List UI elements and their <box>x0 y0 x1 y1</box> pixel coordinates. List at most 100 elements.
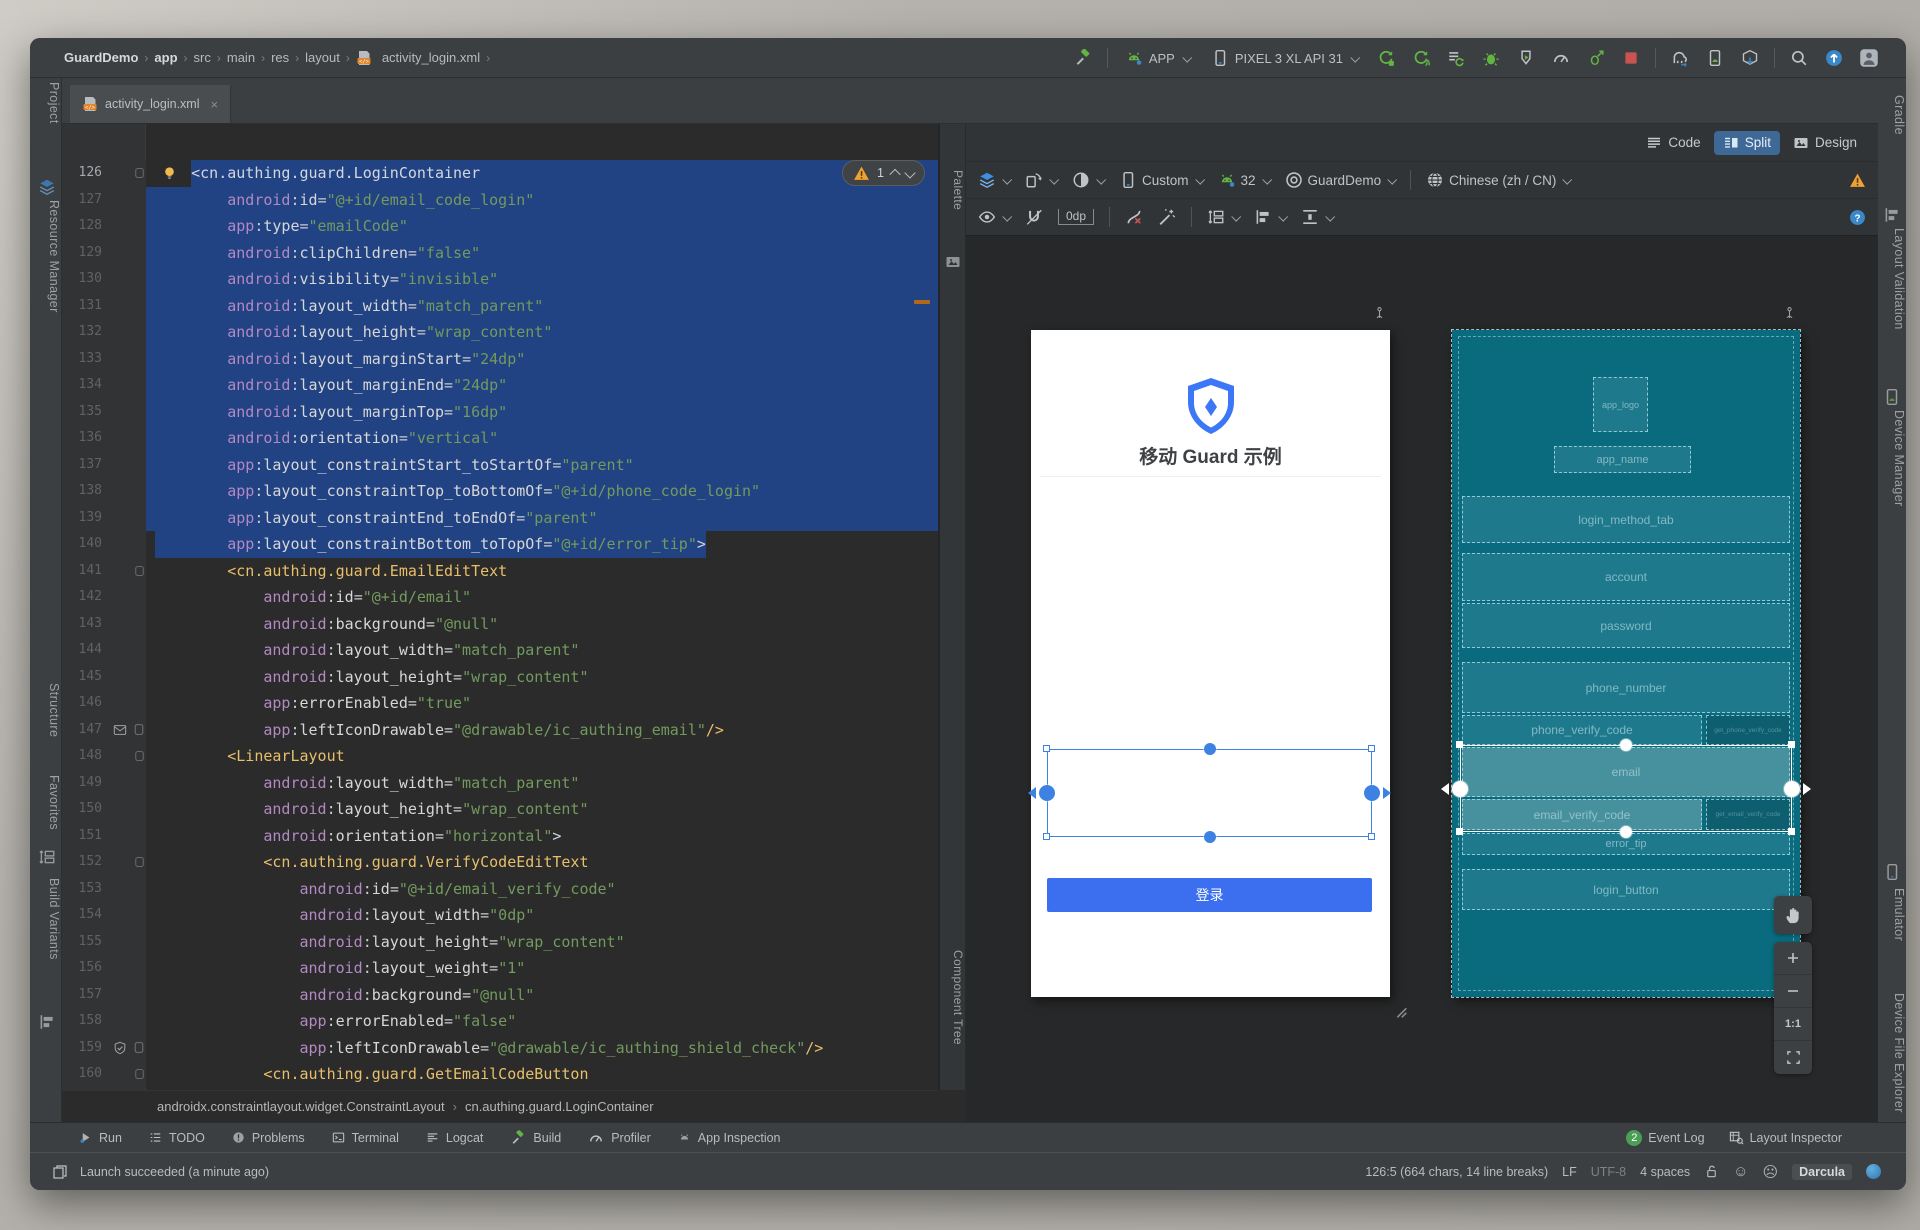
code-line-134[interactable]: 134 android:layout_marginEnd="24dp" <box>62 372 938 399</box>
blueprint-box-app_logo[interactable]: app_logo <box>1593 377 1648 432</box>
tool-window-icon[interactable] <box>38 848 56 866</box>
zoom-to-fit-button[interactable] <box>1774 1041 1812 1074</box>
indent-style[interactable]: 4 spaces <box>1640 1165 1690 1179</box>
layout-warning-icon[interactable] <box>1849 172 1866 189</box>
help-icon[interactable]: ? <box>1849 209 1866 226</box>
palette-tab[interactable]: Palette <box>940 170 965 210</box>
sidebar-item-favorites[interactable]: Favorites <box>30 775 61 830</box>
code-line-146[interactable]: 146 app:errorEnabled="true" <box>62 690 938 717</box>
resize-handle-corner[interactable] <box>1368 833 1375 840</box>
resize-handle-corner[interactable] <box>1368 745 1375 752</box>
tool-window-button-todo[interactable]: TODO <box>148 1129 205 1147</box>
code-line-137[interactable]: 137 app:layout_constraintStart_toStartOf… <box>62 452 938 479</box>
tool-window-button-problems[interactable]: Problems <box>231 1129 305 1147</box>
constraint-anchor[interactable] <box>1620 739 1632 751</box>
device-dropdown[interactable]: PIXEL 3 XL API 31 <box>1207 47 1362 69</box>
tool-window-icon[interactable] <box>1883 388 1901 406</box>
blueprint-box-app_name[interactable]: app_name <box>1554 446 1691 473</box>
breadcrumb-item-layout[interactable]: layout <box>305 50 340 65</box>
constraint-anchor[interactable] <box>1784 781 1800 797</box>
sidebar-item-structure[interactable]: Structure <box>30 683 61 737</box>
constraint-anchor[interactable] <box>1364 785 1380 801</box>
sidebar-item-emulator[interactable]: Emulator <box>1875 888 1906 941</box>
selected-component-design[interactable] <box>1047 749 1372 837</box>
inspection-widget[interactable]: 1 <box>842 160 925 186</box>
fold-marker-icon[interactable] <box>132 1061 146 1088</box>
previous-problem-icon[interactable] <box>889 169 900 180</box>
tool-window-button-layout-inspector[interactable]: Layout Inspector <box>1729 1130 1842 1146</box>
pack-selector[interactable] <box>1207 208 1239 226</box>
user-avatar-icon[interactable] <box>1858 47 1880 69</box>
code-line-138[interactable]: 138 app:layout_constraintTop_toBottomOf=… <box>62 478 938 505</box>
constraint-anchor[interactable] <box>1452 781 1468 797</box>
breadcrumb-item-app[interactable]: app <box>154 50 177 65</box>
build-hammer-icon[interactable] <box>1072 47 1094 69</box>
sidebar-item-gradle[interactable]: Gradle <box>1875 95 1906 135</box>
constraint-anchor[interactable] <box>1620 826 1632 838</box>
breadcrumb-item-activity-login-xml[interactable]: activity_login.xml <box>382 50 480 65</box>
blueprint-box-login_method_tab[interactable]: login_method_tab <box>1462 496 1790 543</box>
tool-window-icon[interactable] <box>38 1013 56 1031</box>
theme-selector[interactable]: GuardDemo <box>1285 171 1396 189</box>
lock-icon[interactable] <box>1704 1164 1719 1179</box>
tab-activity-login-xml[interactable]: </> activity_login.xml × <box>70 85 231 123</box>
fold-marker-icon[interactable] <box>132 1035 146 1062</box>
constraint-anchor[interactable] <box>1204 743 1216 755</box>
resize-handle-corner[interactable] <box>1788 741 1795 748</box>
code-line-156[interactable]: 156 android:layout_weight="1" <box>62 955 938 982</box>
code-line-133[interactable]: 133 android:layout_marginStart="24dp" <box>62 346 938 373</box>
apply-code-changes-icon[interactable] <box>1445 47 1467 69</box>
code-line-153[interactable]: 153 android:id="@+id/email_verify_code" <box>62 876 938 903</box>
code-line-152[interactable]: 152 <cn.authing.guard.VerifyCodeEditText <box>62 849 938 876</box>
blueprint-box-phone_number[interactable]: phone_number <box>1462 662 1790 713</box>
resize-grip-icon[interactable] <box>1390 1001 1408 1024</box>
code-line-147[interactable]: 147 app:leftIconDrawable="@drawable/ic_a… <box>62 717 938 744</box>
device-selector[interactable]: Custom <box>1119 171 1203 189</box>
profile-low-overhead-icon[interactable] <box>1585 47 1607 69</box>
blueprint-box-phone_verify_code[interactable]: phone_verify_code <box>1462 715 1702 745</box>
debug-icon[interactable] <box>1480 47 1502 69</box>
ide-update-icon[interactable] <box>1823 47 1845 69</box>
tool-window-button-profiler[interactable]: Profiler <box>587 1129 651 1147</box>
run-icon[interactable] <box>1375 47 1397 69</box>
sidebar-item-project[interactable]: Project <box>30 82 61 124</box>
mode-split-button[interactable]: Split <box>1714 131 1780 155</box>
view-options-button[interactable] <box>978 208 1010 226</box>
tool-window-button-event-log[interactable]: 2Event Log <box>1626 1130 1704 1146</box>
guidelines-selector[interactable] <box>1301 208 1333 226</box>
attach-debugger-icon[interactable] <box>1515 47 1537 69</box>
code-line-139[interactable]: 139 app:layout_constraintEnd_toEndOf="pa… <box>62 505 938 532</box>
night-mode-selector[interactable] <box>1072 171 1104 189</box>
code-line-158[interactable]: 158 app:errorEnabled="false" <box>62 1008 938 1035</box>
code-line-149[interactable]: 149 android:layout_width="match_parent" <box>62 770 938 797</box>
code-line-144[interactable]: 144 android:layout_width="match_parent" <box>62 637 938 664</box>
resize-handle-corner[interactable] <box>1456 828 1463 835</box>
code-line-128[interactable]: 128 app:type="emailCode" <box>62 213 938 240</box>
blueprint-box-get_phone_verify_code[interactable]: get_phone_verify_code <box>1706 715 1790 745</box>
infer-constraints-button[interactable] <box>1158 208 1176 226</box>
mode-design-button[interactable]: Design <box>1784 131 1866 155</box>
code-line-157[interactable]: 157 android:background="@null" <box>62 982 938 1009</box>
tool-window-button-terminal[interactable]: Terminal <box>331 1129 399 1147</box>
design-canvas[interactable]: 移动 Guard 示例 登录 app_logoapp_namelogin_met… <box>966 236 1878 1122</box>
code-line-160[interactable]: 160 <cn.authing.guard.GetEmailCodeButton <box>62 1061 938 1088</box>
constraint-anchor[interactable] <box>1204 831 1216 843</box>
breadcrumb-item-main[interactable]: main <box>227 50 255 65</box>
zoom-one-to-one-button[interactable]: 1:1 <box>1774 1008 1812 1041</box>
device-preview-blueprint[interactable]: app_logoapp_namelogin_method_tabaccountp… <box>1452 330 1800 997</box>
fold-marker-icon[interactable] <box>132 743 146 770</box>
code-line-130[interactable]: 130 android:visibility="invisible" <box>62 266 938 293</box>
api-version-selector[interactable]: 32 <box>1218 171 1270 189</box>
code-line-148[interactable]: 148 <LinearLayout <box>62 743 938 770</box>
code-line-126[interactable]: 126 <cn.authing.guard.LoginContainer <box>62 160 938 187</box>
code-line-140[interactable]: 140 app:layout_constraintBottom_toTopOf=… <box>62 531 938 558</box>
sidebar-item-layout-validation[interactable]: Layout Validation <box>1875 228 1906 330</box>
component-tree-tab[interactable]: Component Tree <box>940 950 965 1045</box>
orientation-selector[interactable] <box>1025 171 1057 189</box>
code-line-127[interactable]: 127 android:id="@+id/email_code_login" <box>62 187 938 214</box>
code-line-132[interactable]: 132 android:layout_height="wrap_content" <box>62 319 938 346</box>
code-line-159[interactable]: 159 app:leftIconDrawable="@drawable/ic_a… <box>62 1035 938 1062</box>
resize-handle-corner[interactable] <box>1043 745 1050 752</box>
code-editor[interactable]: 126 <cn.authing.guard.LoginContainer127 … <box>62 124 938 1090</box>
line-separator[interactable]: LF <box>1562 1165 1577 1179</box>
